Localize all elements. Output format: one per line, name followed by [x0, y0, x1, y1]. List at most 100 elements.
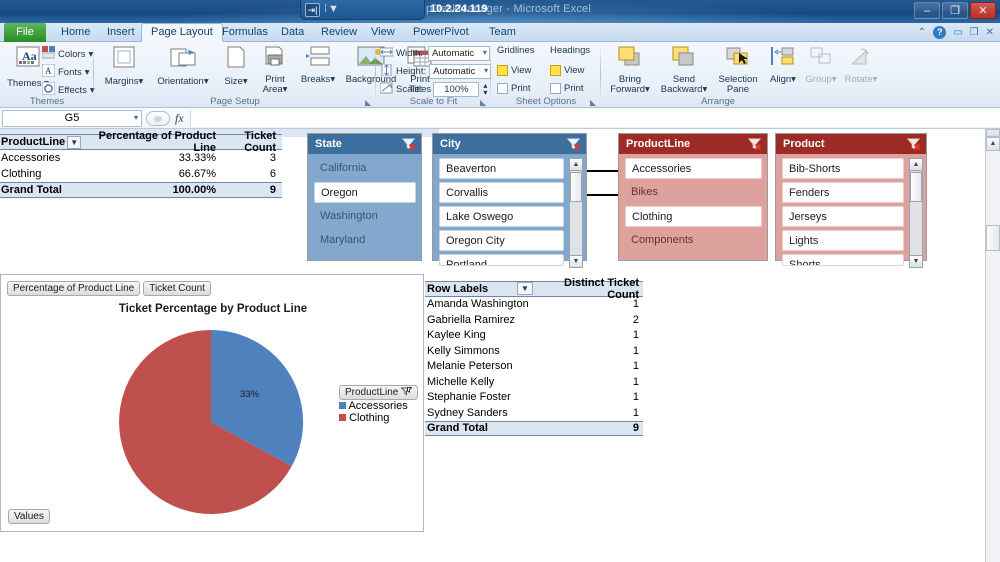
pin-icon[interactable]: ⇥|: [305, 2, 320, 17]
theme-fonts-button[interactable]: A Fonts ▾: [41, 63, 90, 80]
slicer-item-california[interactable]: California: [314, 158, 416, 179]
slicer-item-components[interactable]: Components: [625, 230, 762, 251]
slicer-item-jerseys[interactable]: Jerseys: [782, 206, 904, 227]
filter-funnel-icon[interactable]: [400, 386, 413, 399]
scroll-up-icon[interactable]: ▲: [910, 159, 922, 171]
scrollbar-thumb[interactable]: [570, 172, 582, 202]
tab-team[interactable]: Team: [480, 23, 525, 42]
slicer-item-bikes[interactable]: Bikes: [625, 182, 762, 203]
split-handle[interactable]: [986, 129, 1000, 137]
slicer-scrollbar[interactable]: ▲ ▼: [909, 158, 923, 268]
tab-powerpivot[interactable]: PowerPivot: [404, 23, 478, 42]
window-close-icon[interactable]: ✕: [986, 27, 994, 38]
table-row[interactable]: Stephanie Foster 1: [425, 390, 643, 406]
bring-forward-button[interactable]: Bring Forward▾: [605, 44, 655, 96]
productline-filter-icon[interactable]: ▼: [67, 135, 82, 149]
legend-item-accessories[interactable]: Accessories: [339, 400, 418, 412]
tab-data[interactable]: Data: [272, 23, 313, 42]
slicer-city[interactable]: City Beaverton Corvallis Lake Oswego Ore…: [432, 133, 587, 268]
window-restore-icon[interactable]: ❐: [970, 27, 979, 38]
margins-button[interactable]: Margins▾: [98, 44, 150, 87]
table-row[interactable]: Accessories 33.33% 3: [0, 150, 282, 166]
table-row[interactable]: Sydney Sanders 1: [425, 405, 643, 421]
clear-filter-icon[interactable]: [907, 137, 921, 151]
scroll-down-icon[interactable]: ▼: [570, 255, 582, 267]
tab-file[interactable]: File: [4, 23, 46, 42]
tab-review[interactable]: Review: [312, 23, 366, 42]
table-row[interactable]: Kaylee King 1: [425, 328, 643, 344]
headings-view-checkbox[interactable]: View: [550, 62, 584, 78]
scale-to-fit-dialog-launcher[interactable]: ◣: [480, 98, 489, 107]
slicer-item-corvallis[interactable]: Corvallis: [439, 182, 564, 203]
print-area-arrow[interactable]: ▾: [283, 84, 288, 95]
slicer-item-oregon-city[interactable]: Oregon City: [439, 230, 564, 251]
close-button[interactable]: ✕: [970, 2, 996, 19]
size-arrow[interactable]: ▾: [243, 76, 248, 87]
slicer-item-oregon[interactable]: Oregon: [314, 182, 416, 203]
tab-page-layout[interactable]: Page Layout: [141, 23, 223, 42]
scale-spinner[interactable]: ▴ ▾: [483, 82, 487, 97]
legend-item-clothing[interactable]: Clothing: [339, 412, 418, 424]
slicer-item-beaverton[interactable]: Beaverton: [439, 158, 564, 179]
send-backward-button[interactable]: Send Backward▾: [657, 44, 711, 96]
tab-insert[interactable]: Insert: [98, 23, 144, 42]
slicer-scrollbar[interactable]: ▲ ▼: [569, 158, 583, 268]
orientation-arrow[interactable]: ▾: [204, 76, 209, 87]
tab-view[interactable]: View: [362, 23, 404, 42]
slicer-item-portland[interactable]: Portland: [439, 254, 564, 266]
align-arrow[interactable]: ▾: [791, 74, 796, 85]
scale-value-input[interactable]: 100%: [433, 81, 480, 97]
clear-filter-icon[interactable]: [567, 137, 581, 151]
slicer-item-accessories[interactable]: Accessories: [625, 158, 762, 179]
page-height-setting[interactable]: Height: Automatic: [380, 63, 492, 79]
field-button-percentage[interactable]: Percentage of Product Line: [7, 281, 141, 296]
slicer-item-clothing[interactable]: Clothing: [625, 206, 762, 227]
height-combo[interactable]: Automatic: [429, 63, 492, 79]
row-labels-filter-icon[interactable]: ▼: [517, 282, 533, 296]
table-row[interactable]: Michelle Kelly 1: [425, 374, 643, 390]
table-row[interactable]: Kelly Simmons 1: [425, 343, 643, 359]
size-button[interactable]: Size▾: [218, 44, 254, 87]
field-button-ticket-count[interactable]: Ticket Count: [143, 281, 211, 296]
pivot-chart[interactable]: Percentage of Product Line Ticket Count …: [0, 274, 424, 532]
scrollbar-thumb[interactable]: [986, 225, 1000, 251]
headings-print-checkbox[interactable]: Print: [550, 80, 584, 96]
fonts-arrow[interactable]: ▾: [85, 67, 90, 78]
slicer-item-maryland[interactable]: Maryland: [314, 230, 416, 251]
page-scale-setting[interactable]: Scale: 100% ▴ ▾: [379, 81, 487, 97]
slicer-item-lights[interactable]: Lights: [782, 230, 904, 251]
tab-formulas[interactable]: Formulas: [213, 23, 277, 42]
theme-colors-button[interactable]: Colors ▾: [41, 46, 93, 62]
slicer-item-fenders[interactable]: Fenders: [782, 182, 904, 203]
rdp-menu-icon[interactable]: ⁞▼: [324, 4, 340, 15]
page-width-setting[interactable]: Width: Automatic: [379, 45, 490, 61]
gridlines-view-checkbox[interactable]: View: [497, 62, 531, 78]
breaks-arrow[interactable]: ▾: [330, 74, 335, 85]
breaks-button[interactable]: Breaks▾: [298, 44, 338, 85]
scroll-down-icon[interactable]: ▼: [910, 255, 922, 267]
orientation-button[interactable]: Orientation▾: [150, 44, 216, 87]
legend-field-button-productline[interactable]: ProductLine: [339, 385, 419, 400]
worksheet-vertical-scrollbar[interactable]: ▲: [985, 129, 1000, 562]
minimize-button[interactable]: –: [914, 2, 940, 19]
name-box[interactable]: G5: [2, 109, 142, 127]
width-combo[interactable]: Automatic: [427, 45, 490, 61]
restore-button[interactable]: ❐: [942, 2, 968, 19]
scroll-up-icon[interactable]: ▲: [570, 159, 582, 171]
slicer-item-washington[interactable]: Washington: [314, 206, 416, 227]
remote-desktop-connection-bar[interactable]: ⇥| ⁞▼: [300, 0, 425, 20]
slicer-item-shorts[interactable]: Shorts: [782, 254, 904, 266]
slicer-productline[interactable]: ProductLine Accessories Bikes Clothing C…: [618, 133, 768, 261]
insert-function-icon[interactable]: fx: [175, 111, 184, 126]
sheet-options-dialog-launcher[interactable]: ◣: [590, 98, 599, 107]
clear-filter-icon[interactable]: [402, 137, 416, 151]
align-button[interactable]: Align▾: [765, 44, 801, 85]
field-button-values[interactable]: Values: [8, 509, 50, 524]
send-backward-arrow[interactable]: ▾: [702, 84, 707, 95]
page-setup-dialog-launcher[interactable]: ◣: [365, 98, 374, 107]
table-row[interactable]: Melanie Peterson 1: [425, 359, 643, 375]
expand-formula-bar-icon[interactable]: [146, 110, 170, 126]
slicer-product[interactable]: Product Bib-Shorts Fenders Jerseys Light…: [775, 133, 927, 268]
table-row[interactable]: Gabriella Ramirez 2: [425, 312, 643, 328]
table-row[interactable]: Amanda Washington 1: [425, 297, 643, 313]
